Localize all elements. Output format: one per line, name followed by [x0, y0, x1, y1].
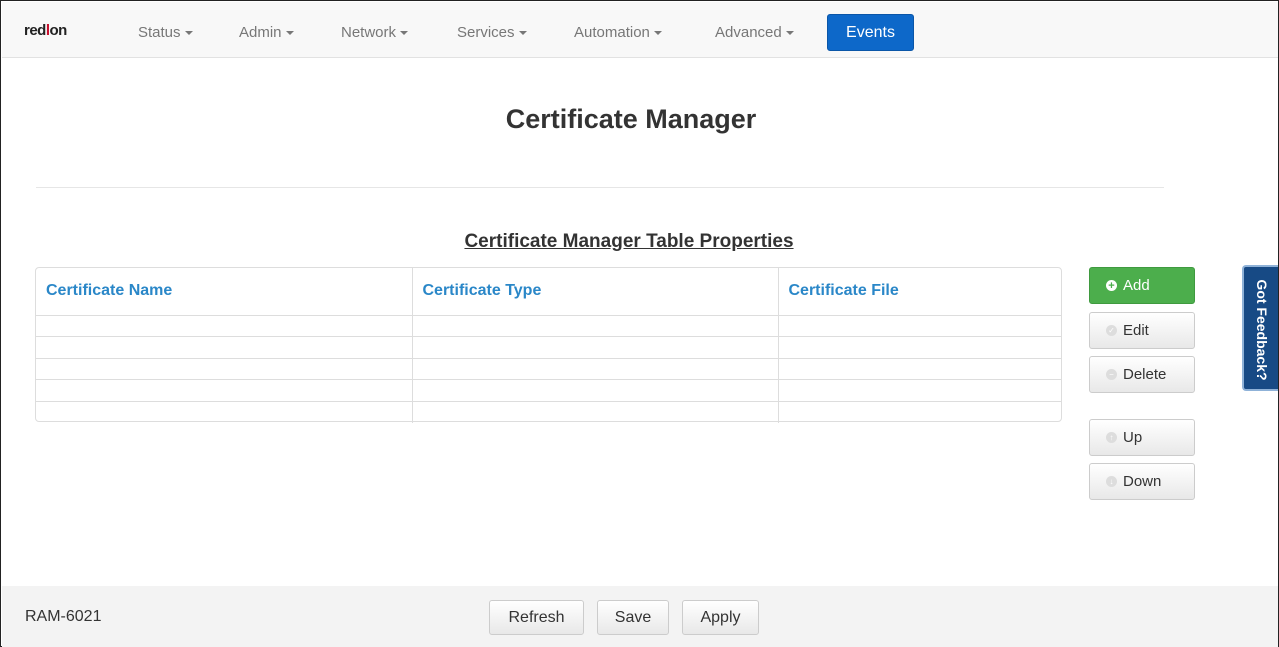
caret-down-icon — [653, 30, 662, 35]
redlion-logo[interactable]: redlon — [24, 22, 67, 39]
page-title: Certificate Manager — [505, 104, 757, 134]
certificate-table: Certificate Name Certificate Type Certif… — [35, 267, 1062, 423]
delete-button[interactable]: − Delete — [1089, 356, 1195, 393]
edit-button[interactable]: ✓ Edit — [1089, 312, 1195, 349]
save-button[interactable]: Save — [597, 600, 669, 635]
top-navbar: redlon Status Admin Network Services Aut… — [2, 2, 1278, 58]
arrow-down-circle-icon: ↓ — [1106, 476, 1117, 487]
caret-down-icon — [285, 30, 294, 35]
column-header-certificate-name[interactable]: Certificate Name — [36, 268, 412, 316]
nav-network[interactable]: Network — [341, 24, 409, 41]
column-header-certificate-file[interactable]: Certificate File — [777, 268, 1061, 316]
up-button[interactable]: ↑ Up — [1089, 419, 1195, 456]
caret-down-icon — [184, 30, 193, 35]
check-circle-icon: ✓ — [1106, 325, 1117, 336]
nav-status[interactable]: Status — [138, 24, 193, 41]
table-row[interactable] — [36, 400, 1061, 423]
refresh-button[interactable]: Refresh — [489, 600, 584, 635]
arrow-up-circle-icon: ↑ — [1106, 432, 1117, 443]
nav-services[interactable]: Services — [457, 24, 527, 41]
app-window: redlon Status Admin Network Services Aut… — [0, 0, 1279, 647]
table-title: Certificate Manager Table Properties — [464, 231, 794, 252]
minus-circle-icon: − — [1106, 369, 1117, 380]
down-button[interactable]: ↓ Down — [1089, 463, 1195, 500]
nav-automation[interactable]: Automation — [574, 24, 662, 41]
table-row[interactable] — [36, 336, 1061, 358]
table-row[interactable] — [36, 379, 1061, 401]
apply-button[interactable]: Apply — [682, 600, 759, 635]
plus-circle-icon: + — [1106, 280, 1117, 292]
add-button[interactable]: + Add — [1089, 267, 1195, 304]
divider — [36, 187, 1164, 188]
events-button[interactable]: Events — [827, 14, 914, 51]
nav-advanced[interactable]: Advanced — [715, 24, 794, 41]
caret-down-icon — [400, 30, 409, 35]
caret-down-icon — [518, 30, 527, 35]
nav-admin[interactable]: Admin — [239, 24, 294, 41]
table-row[interactable] — [36, 357, 1061, 380]
table-row[interactable] — [36, 315, 1061, 337]
caret-down-icon — [785, 30, 794, 35]
feedback-tab[interactable]: Got Feedback? — [1242, 265, 1278, 391]
footer-bar: RAM-6021 Refresh Save Apply — [2, 586, 1278, 647]
column-header-certificate-type[interactable]: Certificate Type — [411, 268, 778, 316]
device-model: RAM-6021 — [25, 608, 102, 625]
